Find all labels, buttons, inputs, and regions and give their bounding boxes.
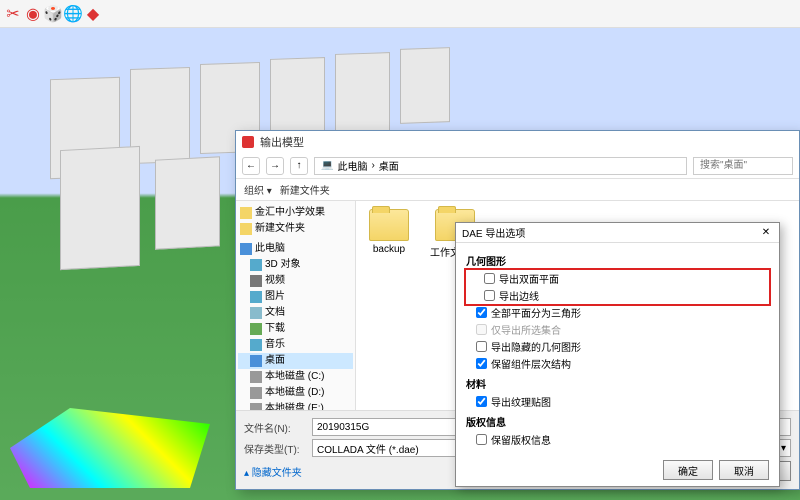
tree-item: 本地磁盘 (E:) <box>238 401 353 410</box>
tree-item: 3D 对象 <box>238 257 353 273</box>
tree-item: 本地磁盘 (C:) <box>238 369 353 385</box>
tree-item: 图片 <box>238 289 353 305</box>
paint-icon[interactable]: ◉ <box>24 5 42 23</box>
nav-fwd-button[interactable]: → <box>266 157 284 175</box>
section-material: 材料 <box>466 376 769 391</box>
savetype-label: 保存类型(T): <box>244 441 304 456</box>
dialog-toolbar: 组织 ▾ 新建文件夹 <box>236 179 799 201</box>
dialog-nav: ← → ↑ 💻 此电脑 › 桌面 <box>236 153 799 179</box>
tree-item: 桌面 <box>238 353 353 369</box>
tree-item: 金汇中小学效果 <box>238 205 353 221</box>
highlight-box: 导出双面平面 导出边线 <box>464 268 771 306</box>
option-row[interactable]: 全部平面分为三角形 <box>466 304 769 321</box>
tree-item: 音乐 <box>238 337 353 353</box>
folder-tree[interactable]: 金汇中小学效果 新建文件夹 此电脑 3D 对象 视频 图片 文档 下载 音乐 桌… <box>236 201 356 410</box>
dialog-title: 输出模型 <box>260 134 304 150</box>
cube-icon[interactable]: 🎲 <box>44 5 62 23</box>
chevron-down-icon: ▾ <box>781 443 786 454</box>
breadcrumb-pc-icon: 💻 <box>321 160 333 171</box>
close-icon[interactable]: ✕ <box>759 226 773 240</box>
organize-menu[interactable]: 组织 ▾ <box>244 182 272 197</box>
globe-icon[interactable]: 🌐 <box>64 5 82 23</box>
options-titlebar: DAE 导出选项 ✕ <box>456 223 779 243</box>
option-row[interactable]: 导出边线 <box>474 287 761 304</box>
hide-folders-toggle[interactable]: ▴ 隐藏文件夹 <box>244 464 302 479</box>
ruby-icon[interactable]: ◆ <box>84 5 102 23</box>
cancel-button[interactable]: 取消 <box>719 460 769 480</box>
tree-item: 此电脑 <box>238 241 353 257</box>
option-row[interactable]: 导出隐藏的几何图形 <box>466 338 769 355</box>
ok-button[interactable]: 确定 <box>663 460 713 480</box>
section-credit: 版权信息 <box>466 414 769 429</box>
tree-item: 下载 <box>238 321 353 337</box>
nav-up-button[interactable]: ↑ <box>290 157 308 175</box>
filename-label: 文件名(N): <box>244 420 304 435</box>
options-title: DAE 导出选项 <box>462 225 525 240</box>
scissors-icon[interactable]: ✂ <box>4 5 22 23</box>
option-row[interactable]: 导出双面平面 <box>474 270 761 287</box>
app-icon <box>242 136 254 148</box>
options-footer: 确定 取消 <box>456 454 779 486</box>
address-breadcrumb[interactable]: 💻 此电脑 › 桌面 <box>314 157 687 175</box>
tree-item: 新建文件夹 <box>238 221 353 237</box>
option-row[interactable]: 保留版权信息 <box>466 431 769 448</box>
option-row[interactable]: 保留组件层次结构 <box>466 355 769 372</box>
search-input[interactable] <box>693 157 793 175</box>
option-row[interactable]: 导出纹理贴图 <box>466 393 769 410</box>
folder-label: backup <box>364 244 414 255</box>
app-toolbar: ✂ ◉ 🎲 🌐 ◆ <box>0 0 800 28</box>
folder-icon <box>369 209 409 241</box>
nav-back-button[interactable]: ← <box>242 157 260 175</box>
tree-item: 本地磁盘 (D:) <box>238 385 353 401</box>
tree-item: 文档 <box>238 305 353 321</box>
option-row: 仅导出所选集合 <box>466 321 769 338</box>
dae-export-options-dialog: DAE 导出选项 ✕ 几何图形 导出双面平面 导出边线 全部平面分为三角形 仅导… <box>455 222 780 487</box>
new-folder-button[interactable]: 新建文件夹 <box>280 182 330 197</box>
tree-item: 视频 <box>238 273 353 289</box>
section-geometry: 几何图形 <box>466 253 769 268</box>
dialog-titlebar: 输出模型 <box>236 131 799 153</box>
folder-item[interactable]: backup <box>364 209 414 255</box>
